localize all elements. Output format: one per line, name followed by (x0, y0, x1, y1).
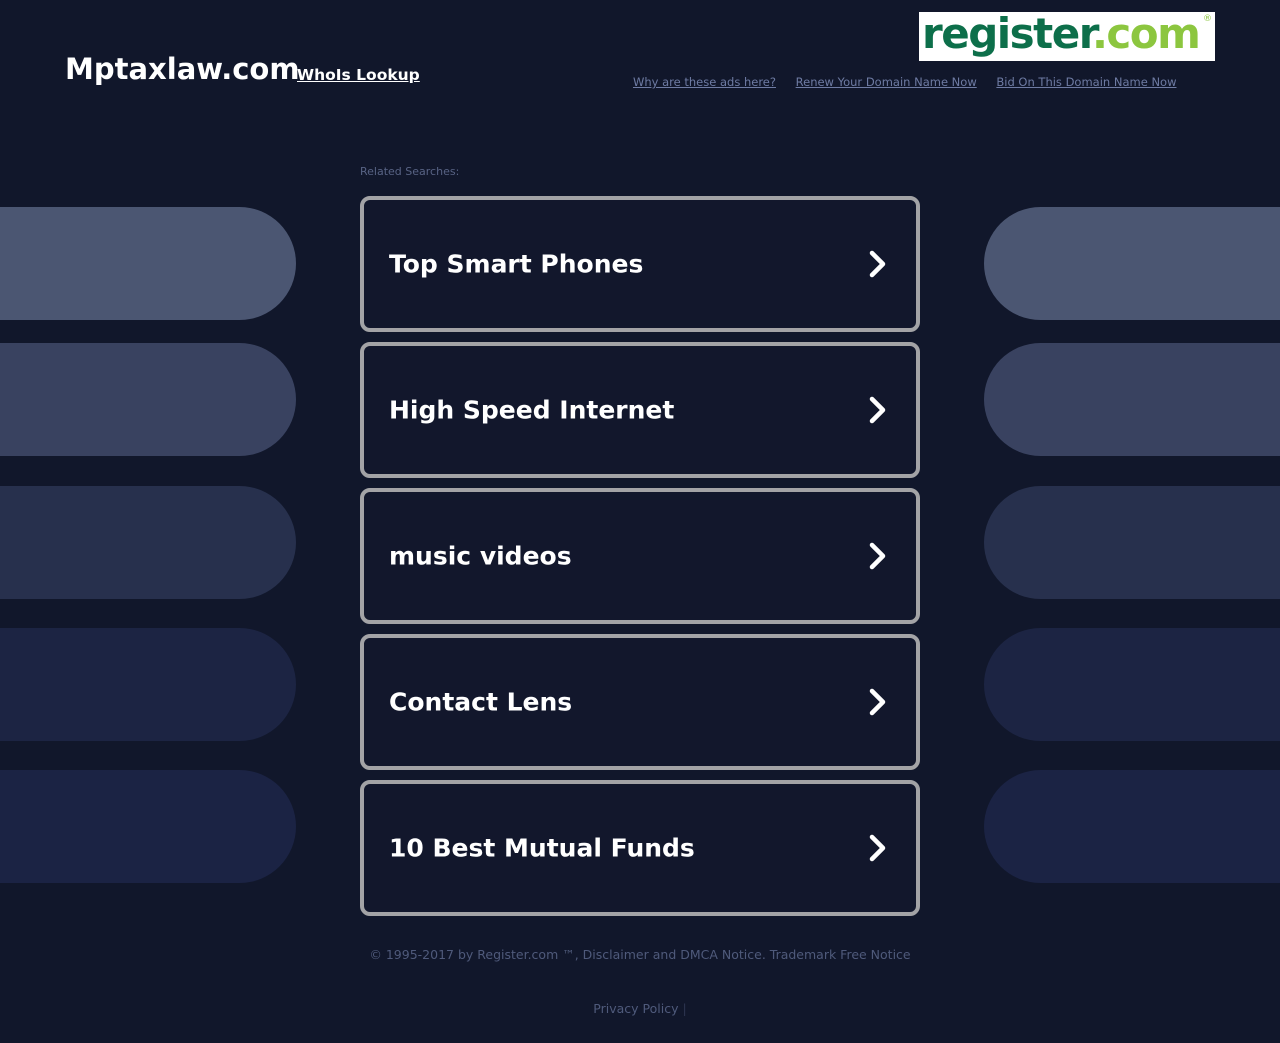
domain-title: Mptaxlaw.com (65, 52, 300, 86)
privacy-policy-link[interactable]: Privacy Policy (593, 1001, 678, 1016)
related-search-item[interactable]: Contact Lens (360, 634, 920, 770)
register-com-logo[interactable]: register.com ® (919, 12, 1215, 61)
bid-domain-link[interactable]: Bid On This Domain Name Now (996, 75, 1176, 89)
decor-pill-right-4 (984, 628, 1280, 741)
logo-text-com: .com (1091, 12, 1201, 58)
footer-separator: | (682, 1001, 687, 1016)
logo-text-register: register (922, 12, 1093, 58)
chevron-right-icon (869, 542, 886, 570)
related-search-label: High Speed Internet (389, 395, 675, 425)
whois-lookup-link[interactable]: WhoIs Lookup (297, 66, 420, 84)
related-search-label: Contact Lens (389, 687, 573, 717)
related-search-item[interactable]: Top Smart Phones (360, 196, 920, 332)
related-searches-list: Top Smart Phones High Speed Internet mus… (360, 196, 920, 926)
logo-text: register.com (922, 12, 1201, 58)
related-search-item[interactable]: 10 Best Mutual Funds (360, 780, 920, 916)
decor-pill-left-4 (0, 628, 296, 741)
chevron-right-icon (869, 396, 886, 424)
related-search-label: Top Smart Phones (389, 249, 644, 279)
decor-pill-left-2 (0, 343, 296, 456)
related-search-label: 10 Best Mutual Funds (389, 833, 695, 863)
chevron-right-icon (869, 834, 886, 862)
chevron-right-icon (869, 688, 886, 716)
registered-mark-icon: ® (1203, 14, 1212, 24)
renew-domain-link[interactable]: Renew Your Domain Name Now (796, 75, 977, 89)
decor-pill-right-1 (984, 207, 1280, 320)
decor-pill-right-5 (984, 770, 1280, 883)
top-links: Why are these ads here? Renew Your Domai… (633, 75, 1193, 89)
footer-privacy: Privacy Policy | (0, 1001, 1280, 1016)
related-search-item[interactable]: music videos (360, 488, 920, 624)
decor-pill-left-3 (0, 486, 296, 599)
related-search-label: music videos (389, 541, 572, 571)
related-searches-label: Related Searches: (360, 165, 460, 178)
decor-pill-right-2 (984, 343, 1280, 456)
footer-copyright: © 1995-2017 by Register.com ™, Disclaime… (369, 947, 911, 962)
why-ads-link[interactable]: Why are these ads here? (633, 75, 776, 89)
decor-pill-right-3 (984, 486, 1280, 599)
chevron-right-icon (869, 250, 886, 278)
decor-pill-left-5 (0, 770, 296, 883)
related-search-item[interactable]: High Speed Internet (360, 342, 920, 478)
decor-pill-left-1 (0, 207, 296, 320)
